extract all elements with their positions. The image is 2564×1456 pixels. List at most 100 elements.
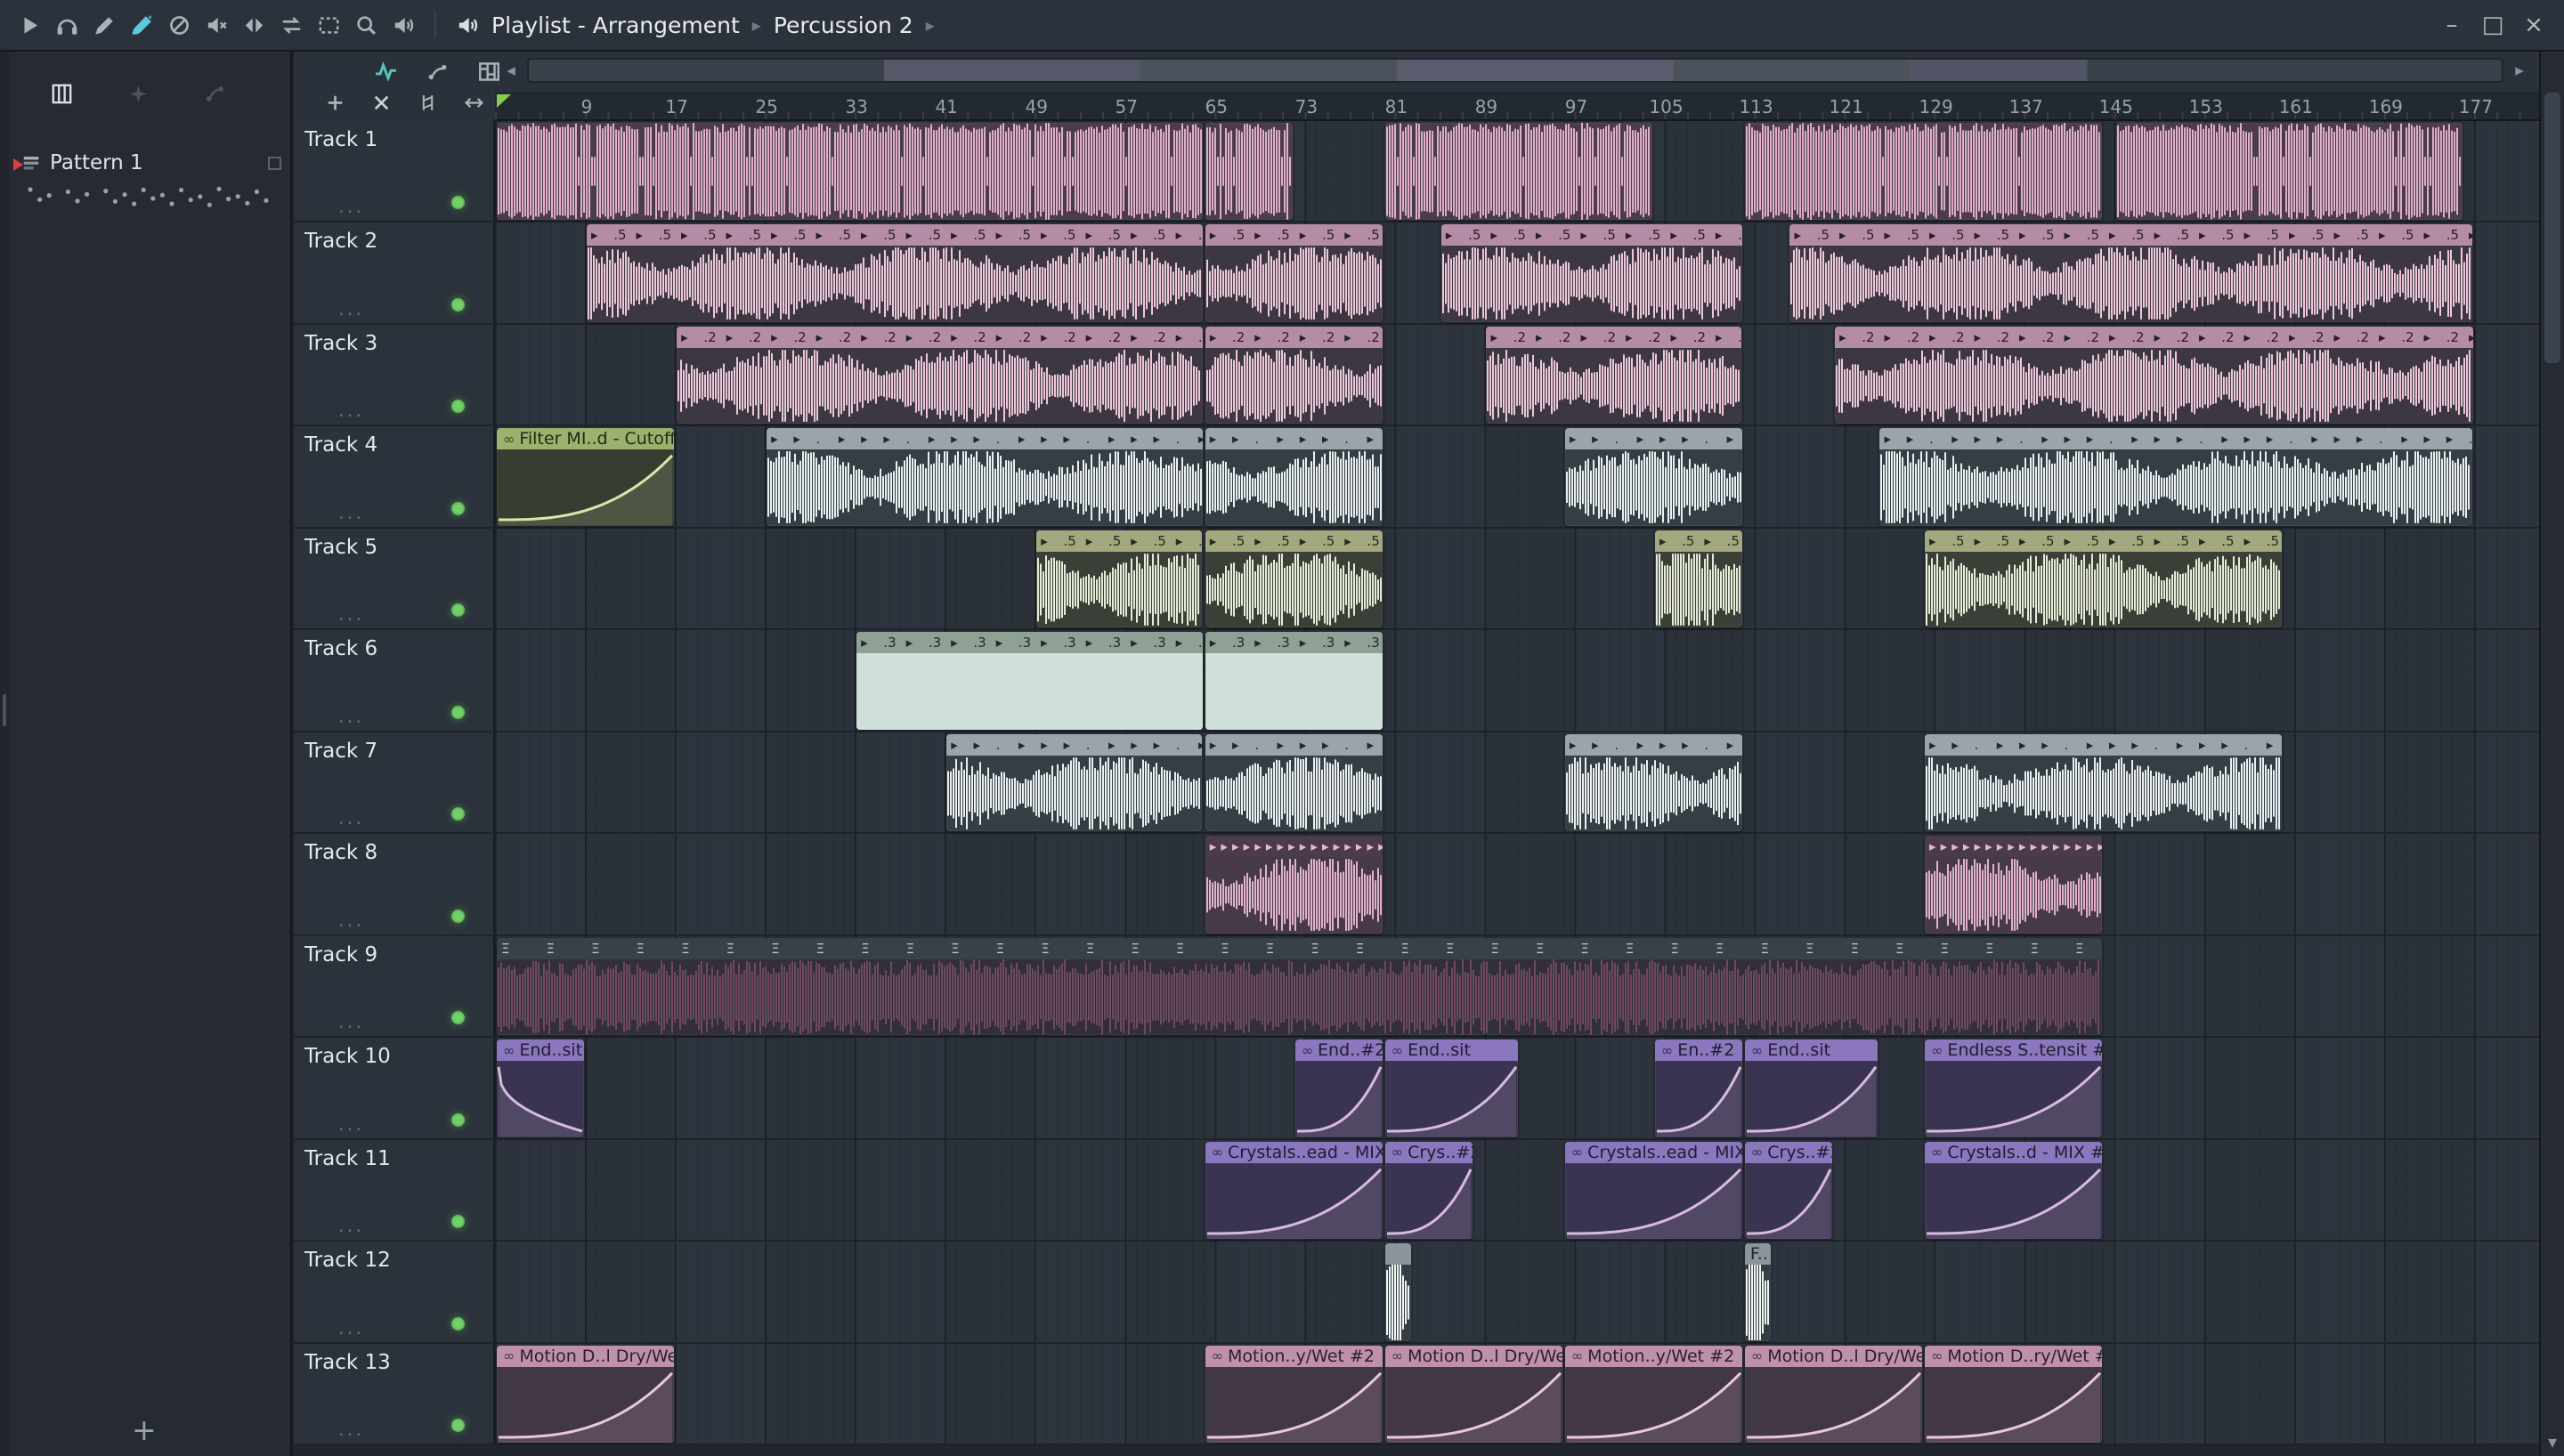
pencil-icon[interactable]	[85, 6, 123, 44]
audio-clip[interactable]: ▸ ▸ ▸ ▸ ▸ ▸ ▸ ▸ ▸ ▸ ▸ ▸ ▸ ▸ ▸ ▸	[1205, 836, 1383, 934]
automation-clip[interactable]: ∞ End..sit	[1384, 1039, 1518, 1137]
scroll-down-button[interactable]: ▾	[2541, 1431, 2564, 1452]
pattern-preview[interactable]	[23, 182, 281, 226]
automation-clip[interactable]: ∞ End..sit	[1744, 1039, 1878, 1137]
track-options-dots[interactable]: ...	[338, 807, 364, 829]
audio-clip[interactable]: ▸ ▸. ▸ ▸ ▸. ▸ ▸ ▸. ▸	[946, 733, 1203, 832]
audio-clip[interactable]: ▸ .2 ▸ .2 ▸ .2 ▸ .2	[1205, 326, 1383, 425]
automation-clip[interactable]: ∞ End..#2	[1294, 1039, 1383, 1137]
audio-clip[interactable]: ▸.5▸.5▸.5▸.5	[1205, 530, 1383, 628]
track-options-dots[interactable]: ...	[338, 706, 364, 727]
audio-clip[interactable]: ▸.2▸.2▸.2▸.2▸.2▸.2▸.2▸.2▸.2▸.2▸.2▸.2	[677, 326, 1204, 425]
track-options-dots[interactable]: ...	[338, 1215, 364, 1236]
audio-clip[interactable]: ▸ ▸. ▸ ▸ ▸. ▸	[1564, 428, 1742, 526]
stretch-icon[interactable]	[456, 85, 491, 120]
audio-clip[interactable]: ▸.5▸.5▸.5▸.5	[1036, 530, 1203, 628]
audio-clip[interactable]: ▸ ▸. ▸ ▸ ▸. ▸	[1564, 733, 1742, 832]
scroll-left-button[interactable]: ◂	[499, 56, 523, 85]
track-enable-led[interactable]	[451, 909, 465, 923]
track-enable-led[interactable]	[451, 400, 465, 414]
scroll-right-button[interactable]: ▸	[2507, 56, 2532, 85]
automation-clip[interactable]: ∞Motion D..ry/Wet #3	[1925, 1345, 2102, 1443]
track-header-3[interactable]: Track 3...	[294, 325, 495, 427]
zoom-icon[interactable]	[347, 6, 385, 44]
audio-clip[interactable]: F..	[1744, 1243, 1771, 1341]
track-enable-led[interactable]	[451, 807, 465, 821]
track-header-4[interactable]: Track 4...	[294, 426, 495, 529]
track-enable-led[interactable]	[451, 1112, 465, 1127]
track-enable-led[interactable]	[451, 603, 465, 618]
audio-clip[interactable]: ▸ ▸. ▸ ▸ ▸. ▸	[1205, 428, 1383, 526]
automation-clip[interactable]: ∞ En..#2	[1654, 1039, 1742, 1137]
track-enable-led[interactable]	[451, 501, 465, 515]
pattern-item[interactable]: Pattern 1	[9, 148, 290, 178]
track-options-dots[interactable]: ...	[338, 603, 364, 625]
audio-clip[interactable]: ▸.5▸.5▸.5▸.5▸.5▸.5▸.5	[1440, 224, 1742, 322]
track-enable-led[interactable]	[451, 297, 465, 311]
audio-clip[interactable]: ▸ ▸. ▸ ▸ ▸. ▸ ▸ ▸. ▸ ▸ ▸. ▸	[1925, 733, 2282, 832]
track-options-dots[interactable]: ...	[338, 502, 364, 523]
audio-clip[interactable]: ▸.2▸.2▸.2▸.2▸.2▸.2	[1486, 326, 1742, 425]
track-header-1[interactable]: Track 1...	[294, 121, 495, 223]
track-header-10[interactable]: Track 10...	[294, 1038, 495, 1140]
audio-clip[interactable]: ▸ ▸. ▸ ▸ ▸. ▸ ▸ ▸. ▸ ▸ ▸. ▸ ▸ ▸. ▸ ▸ ▸. ▸ ▸ ▸.	[1879, 428, 2473, 526]
speaker-icon[interactable]	[385, 6, 422, 44]
automation-clip[interactable]: ∞Crys..#2	[1744, 1141, 1832, 1240]
automation-clip[interactable]: ∞ Motion D..l Dry/Wet	[1744, 1345, 1922, 1443]
track-header-11[interactable]: Track 11...	[294, 1140, 495, 1242]
breadcrumb-selection[interactable]: Percussion 2	[774, 12, 913, 38]
cut-clip-icon[interactable]	[363, 85, 399, 120]
track-enable-led[interactable]	[451, 705, 465, 719]
track-enable-led[interactable]	[451, 1418, 465, 1432]
audio-clip[interactable]: ▸.3▸.3▸.3▸.3▸.3▸.3▸.3▸.3	[856, 632, 1204, 730]
automation-clip[interactable]: ∞Crys..#2	[1384, 1141, 1473, 1240]
audio-clip[interactable]	[1384, 1243, 1411, 1341]
audio-clip[interactable]: ▸ .5 ▸ .5	[1654, 530, 1742, 628]
automation-clip[interactable]: ∞ End..sit	[497, 1039, 584, 1137]
automation-clip[interactable]: ∞ Crystals..ead - MIX	[1205, 1141, 1383, 1240]
play-icon[interactable]	[11, 6, 48, 44]
track-header-9[interactable]: Track 9...	[294, 936, 495, 1039]
track-options-dots[interactable]: ...	[338, 1113, 364, 1135]
audio-clip[interactable]: ▸ ▸ ▸ ▸ ▸ ▸ ▸ ▸ ▸ ▸ ▸ ▸ ▸ ▸ ▸ ▸	[1925, 836, 2102, 934]
pattern-picker-icon[interactable]	[43, 75, 80, 112]
playlist-grid[interactable]: ▸ .5 ▸ .5 ▸ .5 ▸ .5 ▸ .5 ▸ .5 ▸ .5 ▸ .5 ▸ .5 ▸ .5 ▸ .5 ▸ .5 ▸ .5 ▸…	[495, 121, 2539, 1445]
automation-clip[interactable]: ∞ Endless S..tensit #4	[1925, 1039, 2102, 1137]
track-options-dots[interactable]: ...	[338, 910, 364, 931]
automation-clip[interactable]: ∞ Motion..y/Wet #2	[1564, 1345, 1742, 1443]
automation-clip[interactable]: ∞ Motion D..l Dry/Wet	[1384, 1345, 1562, 1443]
automation-clip[interactable]: ∞ Motion D..l Dry/Wet	[497, 1345, 674, 1443]
pattern-clip[interactable]	[2115, 123, 2463, 221]
track-options-dots[interactable]: ...	[338, 196, 364, 217]
pattern-clip[interactable]	[1205, 123, 1293, 221]
automation-clip[interactable]: ∞ Crystals..ead - MIX	[1564, 1141, 1742, 1240]
pattern-clip[interactable]	[497, 123, 1203, 221]
scrollbar-groove[interactable]	[527, 58, 2503, 83]
audio-clip[interactable]: ▸ ▸. ▸ ▸ ▸. ▸ ▸ ▸. ▸ ▸ ▸. ▸ ▸ ▸. ▸	[767, 428, 1204, 526]
audio-clip[interactable]: ▸ .3 ▸ .3 ▸ .3 ▸ .3	[1205, 632, 1383, 730]
vscrollbar-handle[interactable]	[2544, 93, 2560, 363]
timeline-ruler[interactable]: 9 17 25 33 41 49 57 65 73 81 89 97 105 113 121 129 137 14…	[495, 92, 2539, 121]
track-header-12[interactable]: Track 12...	[294, 1242, 495, 1344]
add-clip-icon[interactable]	[317, 85, 353, 120]
pattern-clip[interactable]: ΞΞΞΞΞΞΞΞΞΞΞΞΞΞΞΞΞΞΞΞΞΞΞΞΞΞΞΞΞΞΞΞΞΞΞΞ	[497, 937, 2102, 1036]
track-options-dots[interactable]: ...	[338, 1011, 364, 1032]
paint-brush-icon[interactable]	[123, 6, 160, 44]
maximize-button[interactable]: □	[2477, 9, 2509, 41]
track-enable-led[interactable]	[451, 1215, 465, 1229]
track-options-dots[interactable]: ...	[338, 298, 364, 320]
audio-clip[interactable]: ▸ .5 ▸ .5 ▸ .5 ▸ .5 ▸ .5 ▸ .5 ▸ .5 ▸ .5	[1925, 530, 2282, 628]
minimize-button[interactable]: –	[2436, 9, 2468, 41]
audio-clip[interactable]: ▸ ▸. ▸ ▸ ▸. ▸	[1205, 733, 1383, 832]
audio-clip[interactable]: ▸.5▸.5▸.5▸.5	[1205, 224, 1383, 322]
audio-clip[interactable]: ▸ .5 ▸ .5 ▸ .5 ▸ .5 ▸ .5 ▸ .5 ▸ .5 ▸ .5 ▸ .5 ▸ .5 ▸ .5 ▸ .5 ▸ .5 ▸…	[587, 224, 1204, 322]
pattern-clip[interactable]	[1384, 123, 1652, 221]
horizontal-scrollbar[interactable]: ◂ ▸	[499, 56, 2532, 85]
swap-icon[interactable]	[272, 6, 310, 44]
automation-clip[interactable]: ∞ Filter MI..d - Cutoff	[497, 428, 674, 526]
add-pattern-button[interactable]: +	[132, 1412, 157, 1447]
marquee-select-icon[interactable]	[310, 6, 347, 44]
pattern-detach-box[interactable]	[268, 156, 281, 170]
track-header-6[interactable]: Track 6...	[294, 630, 495, 732]
close-button[interactable]: ×	[2518, 9, 2550, 41]
